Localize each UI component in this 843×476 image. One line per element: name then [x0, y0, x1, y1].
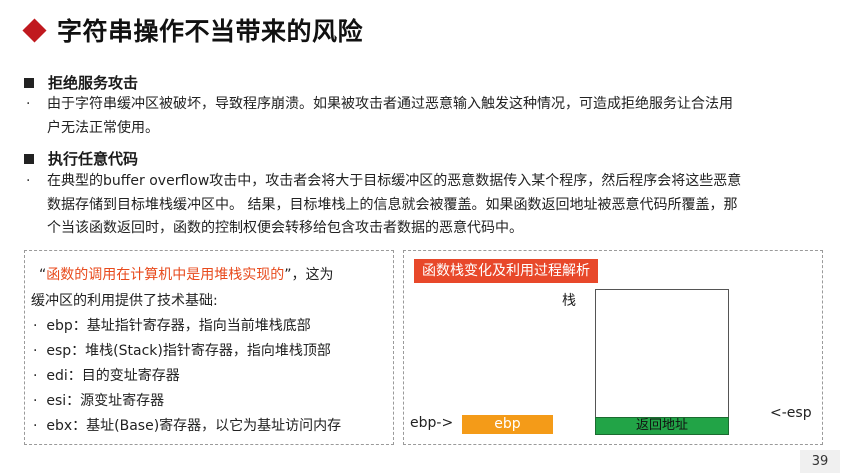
register-text: esi：源变址寄存器 — [46, 393, 165, 409]
bullet-dot: · — [26, 96, 31, 112]
slide-title: 字符串操作不当带来的风险 — [22, 12, 363, 48]
register-text: ebp：基址指针寄存器，指向当前堆栈底部 — [46, 318, 311, 334]
register-item: · esi：源变址寄存器 — [33, 393, 165, 409]
stack-rect — [595, 289, 729, 434]
esp-pointer-label: <-esp — [770, 405, 812, 421]
register-item: · ebx：基址(Base)寄存器，以它为基址访问内存 — [33, 418, 342, 434]
return-address-block: 返回地址 — [595, 417, 729, 435]
text-line: 由于字符串缓冲区被破坏，导致程序崩溃。如果被攻击者通过恶意输入触发这种情况，可造… — [47, 96, 733, 112]
section-heading-rce: 执行任意代码 — [24, 148, 138, 169]
text-line: 个当该函数返回时，函数的控制权便会转移给包含攻击者数据的恶意代码中。 — [47, 220, 523, 236]
diagram-tag: 函数栈变化及利用过程解析 — [414, 259, 598, 283]
quote-line: “函数的调用在计算机中是用堆栈实现的”，这为 — [39, 264, 334, 284]
paragraph-rce: 在典型的buffer overflow攻击中，攻击者会将大于目标缓冲区的恶意数据… — [47, 170, 817, 241]
register-text: ebx：基址(Base)寄存器，以它为基址访问内存 — [46, 418, 342, 434]
page-number: 39 — [800, 450, 840, 473]
square-bullet-icon — [24, 153, 34, 164]
stack-diagram-box: 函数栈变化及利用过程解析 栈 返回地址 ebp-> ebp <-esp — [403, 250, 823, 445]
square-bullet-icon — [24, 77, 34, 88]
register-text: edi：目的变址寄存器 — [46, 368, 180, 384]
heading-text: 拒绝服务攻击 — [48, 74, 139, 92]
basis-line: 缓冲区的利用提供了技术基础: — [31, 293, 218, 309]
register-item: · edi：目的变址寄存器 — [33, 368, 180, 384]
section-heading-dos: 拒绝服务攻击 — [24, 72, 138, 93]
register-info-box: “函数的调用在计算机中是用堆栈实现的”，这为 缓冲区的利用提供了技术基础: · … — [24, 250, 394, 445]
title-text: 字符串操作不当带来的风险 — [57, 17, 364, 46]
text-line: 户无法正常使用。 — [47, 119, 159, 136]
diamond-icon — [22, 17, 47, 43]
quote-close: ”，这为 — [284, 267, 334, 283]
register-item: · esp：堆栈(Stack)指针寄存器，指向堆栈顶部 — [33, 343, 331, 359]
paragraph-dos: 由于字符串缓冲区被破坏，导致程序崩溃。如果被攻击者通过恶意输入触发这种情况，可造… — [47, 93, 817, 140]
heading-text: 执行任意代码 — [48, 150, 139, 168]
register-text: esp：堆栈(Stack)指针寄存器，指向堆栈顶部 — [46, 343, 331, 359]
text-line: 在典型的buffer overflow攻击中，攻击者会将大于目标缓冲区的恶意数据… — [47, 173, 742, 189]
text-line: 数据存储到目标堆栈缓冲区中。 结果，目标堆栈上的信息就会被覆盖。如果函数返回地址… — [47, 196, 738, 213]
ebp-block: ebp — [462, 415, 553, 434]
register-item: · ebp：基址指针寄存器，指向当前堆栈底部 — [33, 318, 311, 334]
quote-highlight: 函数的调用在计算机中是用堆栈实现的 — [46, 267, 285, 283]
stack-label: 栈 — [562, 293, 576, 309]
ebp-pointer-label: ebp-> — [410, 415, 454, 431]
bullet-dot: · — [26, 173, 31, 189]
